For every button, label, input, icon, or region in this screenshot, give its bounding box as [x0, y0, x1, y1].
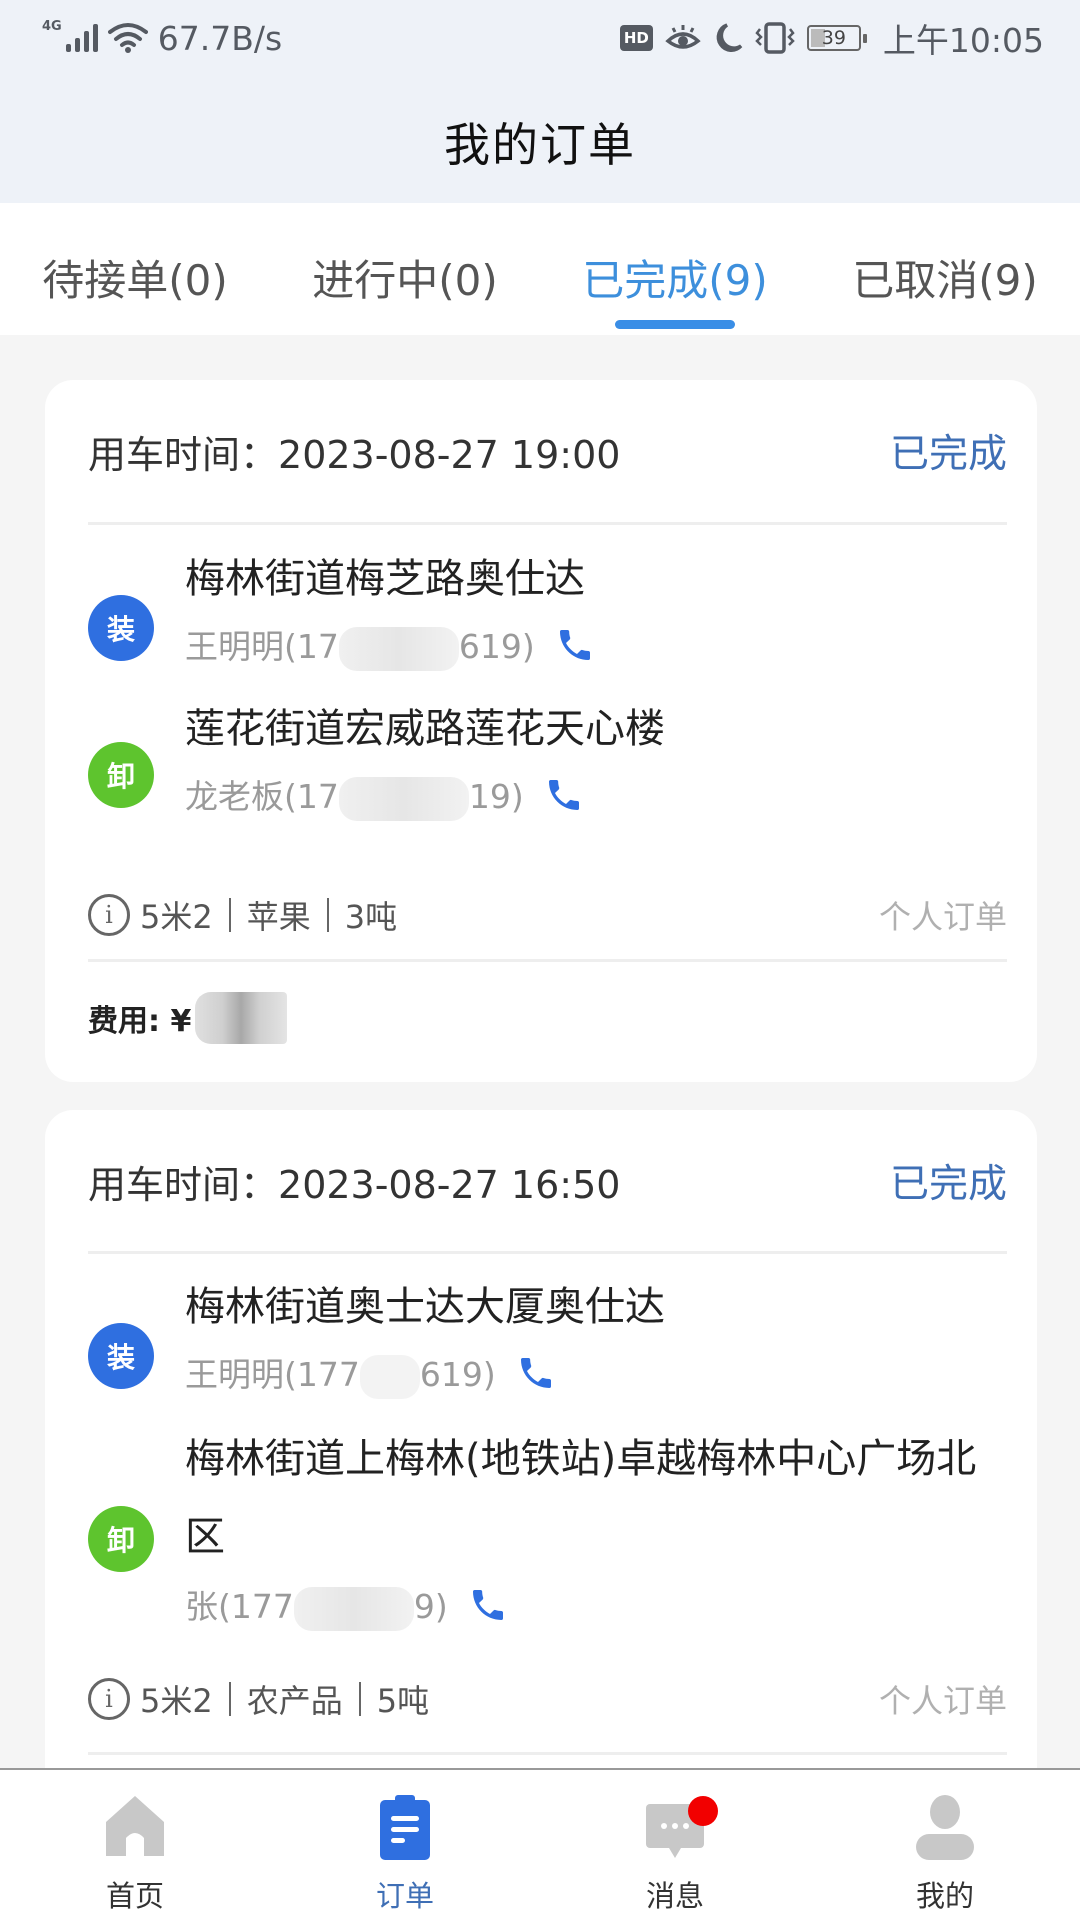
page-header: 我的订单: [0, 80, 1080, 203]
network-speed: 67.7B/s: [157, 18, 283, 58]
order-type: 个人订单: [878, 1682, 1007, 1720]
order-card-header: 用车时间：2023-08-27 16:50 已完成: [88, 1110, 1007, 1252]
wifi-icon: [107, 23, 148, 53]
nav-label: 我的: [915, 1879, 974, 1913]
hd-icon: HD: [619, 25, 653, 51]
order-meta: i 5米2 农产品 5吨 个人订单: [88, 1674, 1007, 1724]
cargo-weight: 3吨: [344, 898, 398, 936]
info-icon: i: [88, 1678, 130, 1720]
info-icon: i: [88, 894, 130, 936]
separator: [228, 1682, 231, 1716]
load-badge: 装: [88, 1323, 154, 1389]
order-meta: i 5米2 苹果 3吨 个人订单: [88, 890, 1007, 940]
nav-profile[interactable]: 我的: [810, 1770, 1080, 1920]
page-title: 我的订单: [444, 117, 636, 172]
masked-phone: [338, 776, 469, 821]
load-contact: 王明明(177 619): [185, 1348, 556, 1399]
bottom-nav: 首页 订单 消息 我的: [0, 1768, 1080, 1920]
separator: [228, 898, 231, 932]
nav-label: 订单: [375, 1879, 434, 1913]
separator: [358, 1682, 361, 1716]
unload-stop: 卸 梅林街道上梅林(地铁站)卓越梅林中心广场北区 张(177 9): [88, 1430, 1007, 1631]
divider: [88, 522, 1007, 525]
cargo-type: 农产品: [246, 1682, 343, 1720]
phone-icon[interactable]: [468, 1585, 508, 1625]
order-fee: 费用: ¥: [88, 992, 288, 1044]
order-card[interactable]: 用车时间：2023-08-27 16:50 已完成 装 梅林街道奥士达大厦奥仕达…: [45, 1110, 1037, 1810]
separator: [326, 898, 329, 932]
unload-stop: 卸 莲花街道宏威路莲花天心楼 龙老板(17 19): [88, 700, 1007, 821]
tab-pending[interactable]: 待接单(0): [0, 203, 270, 335]
unload-badge: 卸: [88, 742, 154, 808]
phone-icon[interactable]: [516, 1353, 556, 1393]
eye-comfort-icon: [665, 25, 701, 49]
divider: [88, 1752, 1007, 1755]
order-status: 已完成: [889, 432, 1007, 477]
tab-completed[interactable]: 已完成(9): [540, 203, 810, 335]
signal-icon: [65, 24, 98, 52]
order-status: 已完成: [889, 1162, 1007, 1207]
phone-icon[interactable]: [555, 625, 595, 665]
vibrate-icon: [755, 22, 795, 54]
notification-dot: [688, 1796, 718, 1826]
divider: [88, 1251, 1007, 1254]
masked-fee: [195, 992, 288, 1044]
load-stop: 装 梅林街道奥士达大厦奥仕达 王明明(177 619): [88, 1278, 1007, 1399]
tab-cancelled[interactable]: 已取消(9): [810, 203, 1080, 335]
vehicle-length: 5米2: [140, 1682, 213, 1720]
masked-phone: [359, 1354, 420, 1399]
fee-label: 费用: ¥: [88, 1004, 192, 1039]
nav-messages[interactable]: 消息: [540, 1770, 810, 1920]
moon-icon: [716, 23, 743, 52]
phone-icon[interactable]: [544, 775, 584, 815]
nav-home[interactable]: 首页: [0, 1770, 270, 1920]
status-bar: 4G 67.7B/s HD 39 上午10:05: [0, 0, 1080, 80]
order-status-tabs: 待接单(0) 进行中(0) 已完成(9) 已取消(9): [0, 203, 1080, 335]
load-contact: 王明明(17 619): [185, 620, 595, 671]
nav-orders[interactable]: 订单: [270, 1770, 540, 1920]
unload-address: 梅林街道上梅林(地铁站)卓越梅林中心广场北区: [185, 1436, 977, 1560]
cargo-type: 苹果: [246, 898, 311, 936]
load-badge: 装: [88, 595, 154, 661]
order-clipboard-icon: [380, 1795, 430, 1860]
load-stop: 装 梅林街道梅芝路奥仕达 王明明(17 619): [88, 550, 1007, 671]
battery-level: 39: [821, 27, 846, 49]
order-card-header: 用车时间：2023-08-27 19:00 已完成: [88, 380, 1007, 522]
order-time: 用车时间：2023-08-27 16:50: [88, 1162, 621, 1207]
user-icon: [916, 1795, 974, 1860]
unload-badge: 卸: [88, 1506, 154, 1572]
masked-phone: [293, 1586, 414, 1631]
order-time: 用车时间：2023-08-27 19:00: [88, 432, 621, 477]
load-address: 梅林街道奥士达大厦奥仕达: [185, 1284, 665, 1330]
battery-icon: 39: [806, 25, 867, 51]
unload-address: 莲花街道宏威路莲花天心楼: [185, 706, 665, 752]
tab-in-progress[interactable]: 进行中(0): [270, 203, 540, 335]
nav-label: 消息: [645, 1879, 704, 1913]
unload-contact: 龙老板(17 19): [185, 770, 584, 821]
order-card[interactable]: 用车时间：2023-08-27 19:00 已完成 装 梅林街道梅芝路奥仕达 王…: [45, 380, 1037, 1082]
clock: 上午10:05: [882, 21, 1044, 60]
nav-label: 首页: [105, 1879, 164, 1913]
order-type: 个人订单: [878, 898, 1007, 936]
cargo-weight: 5吨: [376, 1682, 430, 1720]
network-type: 4G: [42, 18, 62, 34]
home-icon: [106, 1796, 164, 1856]
vehicle-length: 5米2: [140, 898, 213, 936]
divider: [88, 959, 1007, 962]
unload-contact: 张(177 9): [185, 1580, 508, 1631]
load-address: 梅林街道梅芝路奥仕达: [185, 556, 585, 602]
masked-phone: [338, 626, 459, 671]
